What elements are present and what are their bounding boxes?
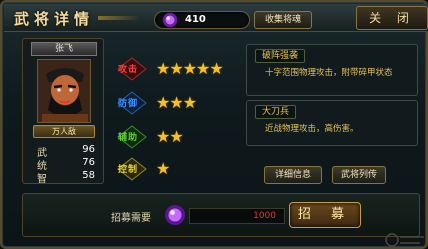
title-ornament <box>98 16 140 20</box>
recruit-button[interactable]: 招 募 <box>289 202 361 228</box>
stat-row-command: 统 76 <box>37 157 95 172</box>
skill-description-panel: 破阵强袭 十字范围物理攻击，附带碎甲状态 <box>246 44 418 96</box>
skill-text: 十字范围物理攻击，附带碎甲状态 <box>265 68 393 78</box>
gem-icon <box>162 12 178 28</box>
skill-name: 防御 <box>118 99 139 109</box>
stat-row-intellect: 智 58 <box>37 170 95 185</box>
collect-soul-button[interactable]: 收集将魂 <box>254 11 312 29</box>
recruit-bar: 招募需要 1000 招 募 <box>22 193 420 237</box>
troop-title: 大刀兵 <box>255 105 297 119</box>
skill-row-support: 辅助 ★★ <box>110 122 238 152</box>
star-rating: ★★★★★ <box>156 59 224 78</box>
general-name: 张飞 <box>31 42 97 56</box>
troop-description-panel: 大刀兵 近战物理攻击，高伤害。 <box>246 100 418 146</box>
star-rating: ★★★ <box>156 93 197 112</box>
stat-value: 76 <box>82 157 95 168</box>
skill-name: 辅助 <box>118 133 139 143</box>
stat-value: 58 <box>82 170 95 181</box>
close-button[interactable]: 关 闭 <box>356 6 428 30</box>
recruit-cost: 1000 <box>253 211 276 221</box>
skill-title: 破阵强袭 <box>255 49 306 63</box>
star-rating: ★ <box>156 159 170 178</box>
skill-name: 攻击 <box>118 65 139 75</box>
general-title-banner: 万人敌 <box>33 125 95 138</box>
site-logo-icon <box>385 233 424 247</box>
skill-name: 控制 <box>118 165 139 175</box>
skill-row-control: 控制 ★ <box>110 154 238 184</box>
star-rating: ★★ <box>156 127 184 146</box>
skill-row-attack: 攻击 ★★★★★ <box>110 54 238 84</box>
skill-ratings: 攻击 ★★★★★ 防御 ★★★ 辅助 ★★ 控制 ★ <box>110 42 238 184</box>
gem-icon <box>165 205 185 225</box>
recruit-requirement-label: 招募需要 <box>111 213 151 224</box>
troop-text: 近战物理攻击，高伤害。 <box>265 124 359 134</box>
gem-count: 410 <box>185 14 206 25</box>
recruit-cost-field: 1000 <box>189 208 285 224</box>
general-portrait <box>37 59 91 123</box>
general-biography-button[interactable]: 武将列传 <box>332 166 386 184</box>
stat-label: 智 <box>37 174 47 185</box>
general-detail-window: 武将详情 410 收集将魂 关 闭 张飞 万人敌 武 96 统 76 智 58 … <box>0 0 428 249</box>
detail-info-button[interactable]: 详细信息 <box>264 166 322 184</box>
stat-value: 96 <box>82 144 95 155</box>
skill-row-defense: 防御 ★★★ <box>110 88 238 118</box>
general-portrait-panel: 张飞 万人敌 武 96 统 76 智 58 <box>22 38 104 185</box>
stat-row-force: 武 96 <box>37 144 95 159</box>
window-title: 武将详情 <box>14 10 95 28</box>
warrior-portrait-icon <box>38 60 90 122</box>
gem-counter: 410 <box>154 11 250 29</box>
window-header: 武将详情 410 收集将魂 关 闭 <box>4 4 428 32</box>
